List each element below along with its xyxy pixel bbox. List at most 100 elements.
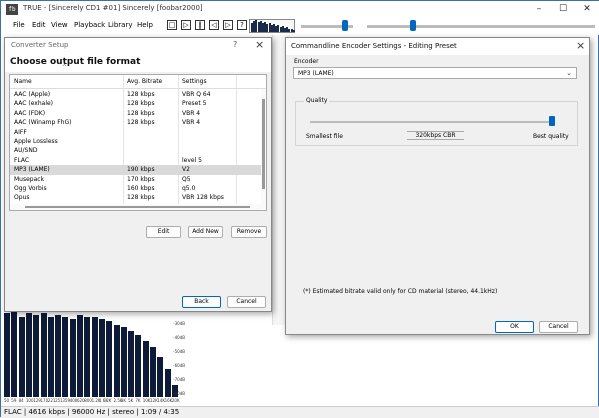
status-text: FLAC | 4616 kbps | 96000 Hz | stereo | 1… bbox=[4, 408, 180, 416]
spectrum-bar bbox=[106, 321, 113, 397]
horizontal-scrollbar[interactable] bbox=[10, 204, 261, 210]
spectrum-bar bbox=[113, 325, 120, 397]
quality-slider[interactable] bbox=[310, 121, 552, 123]
row-bitrate: 128 kbps bbox=[127, 194, 155, 202]
seek-thumb[interactable] bbox=[409, 20, 416, 31]
table-row[interactable]: MP3 (LAME) 190 kbps V2 bbox=[10, 165, 262, 175]
menu-edit[interactable]: Edit bbox=[32, 21, 46, 29]
window-title: TRUE - [Sincerely CD1 #01] Sincerely [fo… bbox=[23, 4, 203, 12]
quality-slider-thumb[interactable] bbox=[549, 116, 555, 126]
previous-icon[interactable]: ◁ bbox=[209, 20, 219, 30]
stop-icon[interactable]: □ bbox=[167, 20, 177, 30]
encoder-close-icon[interactable]: × bbox=[576, 39, 585, 52]
encoder-cancel-button[interactable]: Cancel bbox=[539, 321, 578, 333]
row-name: AAC (FDK) bbox=[14, 109, 46, 117]
column-settings[interactable]: Settings bbox=[182, 78, 207, 85]
hz-label: 50 bbox=[4, 398, 10, 403]
row-settings: q5.0 bbox=[182, 185, 196, 192]
table-row[interactable]: Musepack 170 kbps Q5 bbox=[10, 175, 262, 184]
horizontal-scroll-thumb[interactable] bbox=[25, 206, 250, 208]
sort-arrow-icon: ^ bbox=[62, 64, 68, 71]
menu-playback[interactable]: Playback bbox=[74, 21, 105, 29]
spectrum-bar bbox=[11, 311, 18, 397]
ok-button[interactable]: OK bbox=[495, 321, 534, 333]
table-row[interactable]: AAC (Apple) 128 kbps VBR Q 64 bbox=[10, 90, 262, 99]
bitrate-display: 320kbps CBR bbox=[407, 131, 464, 140]
maximize-icon[interactable]: ☐ bbox=[552, 2, 574, 17]
row-settings: VBR 128 kbps bbox=[182, 194, 224, 202]
menu-view[interactable]: View bbox=[51, 21, 68, 29]
row-name: AAC (Winamp FhG) bbox=[14, 119, 72, 127]
spectrum-bar bbox=[18, 317, 25, 397]
column-name[interactable]: Name bbox=[14, 78, 32, 85]
volume-thumb[interactable] bbox=[342, 20, 349, 31]
table-row[interactable]: Ogg Vorbis 160 kbps q5.0 bbox=[10, 184, 262, 193]
spectrum-bar bbox=[91, 317, 98, 397]
menu-file[interactable]: File bbox=[13, 21, 25, 29]
table-row[interactable]: AAC (exhale) 128 kbps Preset 5 bbox=[10, 99, 262, 108]
encoder-select[interactable]: MP3 (LAME) ⌄ bbox=[293, 67, 577, 79]
spectrum-bar bbox=[25, 313, 32, 397]
minimize-icon[interactable]: – bbox=[528, 2, 550, 17]
db-label: -60dB bbox=[173, 363, 185, 368]
row-settings: V2 bbox=[182, 166, 190, 174]
converter-close-icon[interactable]: × bbox=[255, 38, 264, 51]
spectrum-bar bbox=[142, 341, 149, 397]
table-row[interactable]: Opus 128 kbps VBR 128 kbps bbox=[10, 193, 262, 202]
random-icon[interactable]: ? bbox=[237, 20, 247, 30]
row-name: AU/SND bbox=[14, 147, 38, 155]
quality-max-label: Best quality bbox=[533, 133, 569, 140]
db-label: -50dB bbox=[173, 349, 185, 354]
edit-button[interactable]: Edit bbox=[146, 226, 181, 238]
row-settings: Preset 5 bbox=[182, 100, 207, 108]
table-row[interactable]: AIFF bbox=[10, 128, 262, 137]
status-bar: FLAC | 4616 kbps | 96000 Hz | stereo | 1… bbox=[1, 406, 599, 418]
table-row[interactable]: FLAC level 5 bbox=[10, 156, 262, 165]
converter-heading: Choose output file format bbox=[10, 57, 141, 67]
vertical-scrollbar[interactable] bbox=[261, 89, 266, 209]
close-icon[interactable]: ✕ bbox=[576, 2, 598, 17]
back-button[interactable]: Back bbox=[182, 296, 221, 308]
pause-icon[interactable]: ‖ bbox=[195, 20, 205, 30]
table-row[interactable]: AAC (FDK) 128 kbps VBR 4 bbox=[10, 109, 262, 118]
hz-label: 20K bbox=[171, 398, 180, 403]
row-name: Ogg Vorbis bbox=[14, 185, 47, 192]
encoder-settings-dialog: Commandline Encoder Settings - Editing P… bbox=[285, 37, 590, 335]
db-label: -40dB bbox=[173, 335, 185, 340]
converter-title-bar: Converter Setup ? × bbox=[5, 38, 271, 53]
spectrum-bar bbox=[55, 315, 62, 397]
help-icon[interactable]: ? bbox=[233, 40, 237, 49]
row-settings: Q5 bbox=[182, 175, 191, 183]
hz-label: 3K bbox=[120, 398, 126, 403]
table-row[interactable]: AU/SND bbox=[10, 146, 262, 155]
spectrum-bar bbox=[157, 357, 164, 397]
add-new-button[interactable]: Add New bbox=[188, 226, 223, 238]
spectrum-bar bbox=[40, 313, 47, 397]
row-name: MP3 (LAME) bbox=[14, 166, 50, 174]
menu-help[interactable]: Help bbox=[137, 21, 153, 29]
menu-library[interactable]: Library bbox=[108, 21, 132, 29]
vertical-scroll-thumb[interactable] bbox=[262, 99, 265, 189]
row-bitrate: 128 kbps bbox=[127, 100, 155, 108]
table-row[interactable]: AAC (Winamp FhG) 128 kbps VBR 4 bbox=[10, 118, 262, 127]
play-icon[interactable]: ▷ bbox=[181, 20, 191, 30]
remove-button[interactable]: Remove bbox=[231, 226, 267, 238]
row-bitrate: 128 kbps bbox=[127, 119, 155, 127]
db-label: -30dB bbox=[173, 321, 185, 326]
spectrum-bar bbox=[164, 369, 171, 397]
mini-spectrum bbox=[249, 19, 295, 33]
seek-bar[interactable] bbox=[367, 25, 595, 28]
converter-setup-dialog: Converter Setup ? × Choose output file f… bbox=[4, 37, 272, 312]
spectrum-bar bbox=[77, 315, 83, 397]
spectrum-bar bbox=[98, 319, 105, 397]
column-bitrate[interactable]: Avg. Bitrate bbox=[127, 78, 162, 85]
table-row[interactable]: Apple Lossless bbox=[10, 137, 262, 146]
spectrum-bars: -30dB -40dB -50dB -60dB -70dB -80dB 50 59 84 100 1… bbox=[3, 311, 185, 403]
hz-label: 2K bbox=[106, 398, 112, 403]
title-bar: fb TRUE - [Sincerely CD1 #01] Sincerely … bbox=[1, 1, 599, 18]
chevron-down-icon: ⌄ bbox=[566, 69, 572, 77]
next-icon[interactable]: ▷ bbox=[223, 20, 233, 30]
row-name: Opus bbox=[14, 194, 30, 202]
row-bitrate: 160 kbps bbox=[127, 185, 155, 192]
converter-cancel-button[interactable]: Cancel bbox=[227, 296, 266, 308]
